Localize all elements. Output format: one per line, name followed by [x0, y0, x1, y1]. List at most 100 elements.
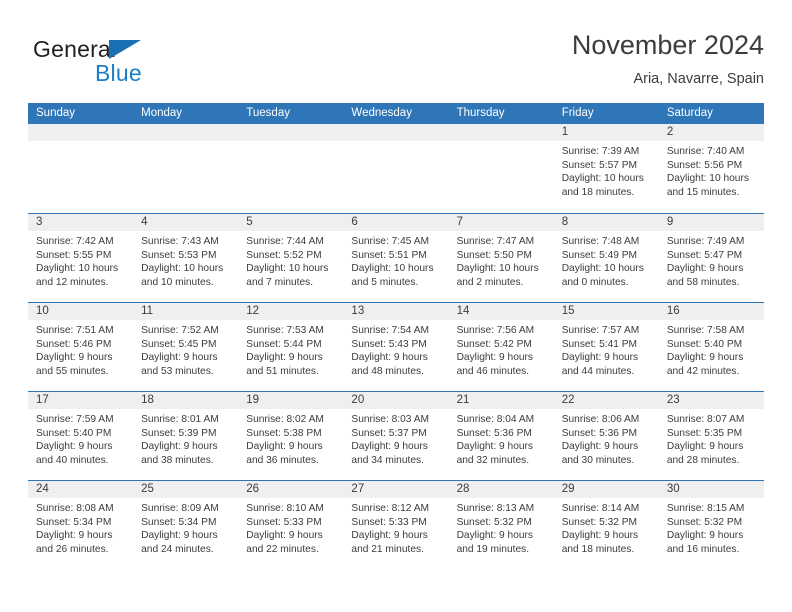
daylight-text-line1: Daylight: 10 hours — [36, 263, 119, 275]
day-number: 13 — [343, 303, 449, 320]
daylight-text-line2: and 10 minutes. — [141, 276, 214, 288]
day-number: 1 — [553, 124, 659, 141]
day-number: 28 — [448, 481, 554, 498]
calendar-day-cell[interactable]: 9 Sunrise: 7:49 AM Sunset: 5:47 PM Daylight… — [658, 214, 764, 302]
day-sun-info: Sunrise: 8:12 AM Sunset: 5:33 PM Daylight:… — [343, 498, 448, 556]
sunrise-text: Sunrise: 8:10 AM — [246, 503, 324, 514]
calendar-day-cell[interactable]: 6 Sunrise: 7:45 AM Sunset: 5:51 PM Daylight… — [343, 214, 449, 302]
day-number: 25 — [133, 481, 239, 498]
day-sun-info: Sunrise: 8:03 AM Sunset: 5:37 PM Daylight:… — [343, 409, 448, 467]
daylight-text-line1: Daylight: 9 hours — [666, 441, 744, 453]
calendar-day-cell-empty — [448, 124, 554, 213]
daylight-text-line1: Daylight: 10 hours — [141, 263, 224, 275]
calendar-day-cell[interactable]: 2 Sunrise: 7:40 AM Sunset: 5:56 PM Daylight… — [658, 124, 764, 213]
day-sun-info: Sunrise: 8:10 AM Sunset: 5:33 PM Daylight:… — [238, 498, 343, 556]
calendar-day-cell[interactable]: 21 Sunrise: 8:04 AM Sunset: 5:36 PM Dayligh… — [448, 392, 554, 480]
calendar-day-cell[interactable]: 22 Sunrise: 8:06 AM Sunset: 5:36 PM Dayligh… — [553, 392, 659, 480]
daylight-text-line2: and 22 minutes. — [246, 543, 319, 555]
weekday-header-row: Sunday Monday Tuesday Wednesday Thursday… — [28, 103, 764, 124]
daylight-text-line2: and 12 minutes. — [36, 276, 109, 288]
sunset-text: Sunset: 5:37 PM — [351, 427, 427, 439]
day-number: 26 — [238, 481, 344, 498]
daylight-text-line1: Daylight: 9 hours — [666, 530, 744, 542]
calendar-day-cell[interactable]: 17 Sunrise: 7:59 AM Sunset: 5:40 PM Dayligh… — [28, 392, 134, 480]
calendar-day-cell[interactable]: 25 Sunrise: 8:09 AM Sunset: 5:34 PM Dayligh… — [133, 481, 239, 569]
calendar-day-cell[interactable]: 1 Sunrise: 7:39 AM Sunset: 5:57 PM Daylight… — [553, 124, 659, 213]
sunset-text: Sunset: 5:35 PM — [666, 427, 743, 439]
calendar-day-cell[interactable]: 20 Sunrise: 8:03 AM Sunset: 5:37 PM Dayligh… — [343, 392, 449, 480]
calendar-day-cell[interactable]: 28 Sunrise: 8:13 AM Sunset: 5:32 PM Dayligh… — [448, 481, 554, 569]
daylight-text-line1: Daylight: 10 hours — [351, 263, 434, 275]
calendar-day-cell[interactable]: 8 Sunrise: 7:48 AM Sunset: 5:49 PM Daylight… — [553, 214, 659, 302]
daylight-text-line2: and 0 minutes. — [561, 276, 629, 288]
calendar-day-cell[interactable]: 12 Sunrise: 7:53 AM Sunset: 5:44 PM Dayligh… — [238, 303, 344, 391]
day-sun-info: Sunrise: 7:59 AM Sunset: 5:40 PM Daylight:… — [28, 409, 133, 467]
calendar-day-cell[interactable]: 16 Sunrise: 7:58 AM Sunset: 5:40 PM Dayligh… — [658, 303, 764, 391]
calendar-day-cell-empty — [238, 124, 344, 213]
calendar-day-cell[interactable]: 4 Sunrise: 7:43 AM Sunset: 5:53 PM Daylight… — [133, 214, 239, 302]
day-number: 12 — [238, 303, 344, 320]
sunrise-text: Sunrise: 8:01 AM — [141, 414, 219, 425]
sunset-text: Sunset: 5:32 PM — [456, 516, 532, 528]
calendar-day-cell[interactable]: 23 Sunrise: 8:07 AM Sunset: 5:35 PM Dayligh… — [658, 392, 764, 480]
calendar-day-cell[interactable]: 30 Sunrise: 8:15 AM Sunset: 5:32 PM Dayligh… — [658, 481, 764, 569]
daylight-text-line1: Daylight: 9 hours — [246, 352, 323, 364]
sunset-text: Sunset: 5:36 PM — [456, 427, 532, 439]
daylight-text-line1: Daylight: 9 hours — [666, 263, 744, 275]
day-number: 8 — [553, 214, 659, 231]
day-sun-info: Sunrise: 8:06 AM Sunset: 5:36 PM Daylight:… — [554, 409, 659, 467]
calendar-day-cell-empty — [133, 124, 239, 213]
daylight-text-line1: Daylight: 9 hours — [351, 352, 428, 364]
sunset-text: Sunset: 5:41 PM — [561, 338, 638, 350]
daylight-text-line2: and 30 minutes. — [561, 454, 635, 466]
calendar-day-cell[interactable]: 11 Sunrise: 7:52 AM Sunset: 5:45 PM Dayligh… — [133, 303, 239, 391]
logo-general-text: General — [33, 36, 117, 62]
daylight-text-line1: Daylight: 9 hours — [456, 352, 534, 364]
calendar-day-cell[interactable]: 14 Sunrise: 7:56 AM Sunset: 5:42 PM Dayligh… — [448, 303, 554, 391]
sunset-text: Sunset: 5:55 PM — [36, 249, 112, 261]
daylight-text-line2: and 19 minutes. — [456, 543, 530, 555]
sunrise-text: Sunrise: 8:07 AM — [666, 414, 745, 425]
daylight-text-line1: Daylight: 10 hours — [246, 263, 329, 275]
day-number: 27 — [343, 481, 449, 498]
day-number: 21 — [448, 392, 554, 409]
day-sun-info: Sunrise: 7:48 AM Sunset: 5:49 PM Daylight:… — [554, 231, 659, 289]
calendar-day-cell[interactable]: 24 Sunrise: 8:08 AM Sunset: 5:34 PM Dayligh… — [28, 481, 134, 569]
calendar-day-cell[interactable]: 27 Sunrise: 8:12 AM Sunset: 5:33 PM Dayligh… — [343, 481, 449, 569]
daylight-text-line2: and 32 minutes. — [456, 454, 530, 466]
daylight-text-line2: and 2 minutes. — [456, 276, 524, 288]
daylight-text-line1: Daylight: 10 hours — [561, 173, 644, 185]
sunrise-text: Sunrise: 7:40 AM — [666, 146, 745, 157]
day-sun-info: Sunrise: 8:01 AM Sunset: 5:39 PM Daylight:… — [133, 409, 238, 467]
weekday-header-wednesday: Wednesday — [351, 107, 412, 119]
sunset-text: Sunset: 5:34 PM — [36, 516, 112, 528]
weekday-header-friday: Friday — [561, 107, 594, 119]
sunrise-text: Sunrise: 7:51 AM — [36, 325, 114, 336]
daylight-text-line2: and 53 minutes. — [141, 365, 214, 377]
daylight-text-line1: Daylight: 10 hours — [666, 173, 749, 185]
calendar-day-cell[interactable]: 26 Sunrise: 8:10 AM Sunset: 5:33 PM Dayligh… — [238, 481, 344, 569]
calendar-day-cell[interactable]: 7 Sunrise: 7:47 AM Sunset: 5:50 PM Daylight… — [448, 214, 554, 302]
day-number: 24 — [28, 481, 134, 498]
calendar-day-cell[interactable]: 13 Sunrise: 7:54 AM Sunset: 5:43 PM Dayligh… — [343, 303, 449, 391]
calendar-day-cell[interactable]: 18 Sunrise: 8:01 AM Sunset: 5:39 PM Dayligh… — [133, 392, 239, 480]
calendar-day-cell[interactable]: 15 Sunrise: 7:57 AM Sunset: 5:41 PM Dayligh… — [553, 303, 659, 391]
calendar-day-cell[interactable]: 29 Sunrise: 8:14 AM Sunset: 5:32 PM Dayligh… — [553, 481, 659, 569]
calendar-day-cell[interactable]: 5 Sunrise: 7:44 AM Sunset: 5:52 PM Daylight… — [238, 214, 344, 302]
sunset-text: Sunset: 5:43 PM — [351, 338, 427, 350]
day-sun-info: Sunrise: 8:04 AM Sunset: 5:36 PM Daylight:… — [449, 409, 554, 467]
daylight-text-line1: Daylight: 9 hours — [351, 530, 428, 542]
day-sun-info: Sunrise: 7:43 AM Sunset: 5:53 PM Daylight:… — [133, 231, 238, 289]
calendar-day-cell[interactable]: 10 Sunrise: 7:51 AM Sunset: 5:46 PM Dayligh… — [28, 303, 134, 391]
daylight-text-line2: and 36 minutes. — [246, 454, 319, 466]
day-sun-info: Sunrise: 7:44 AM Sunset: 5:52 PM Daylight:… — [238, 231, 343, 289]
calendar-day-cell[interactable]: 3 Sunrise: 7:42 AM Sunset: 5:55 PM Daylight… — [28, 214, 134, 302]
general-blue-logo[interactable]: General Blue — [33, 36, 253, 94]
weekday-header-thursday: Thursday — [456, 107, 505, 119]
sunset-text: Sunset: 5:42 PM — [456, 338, 532, 350]
sunrise-text: Sunrise: 8:06 AM — [561, 414, 640, 425]
sunrise-text: Sunrise: 8:15 AM — [666, 503, 745, 514]
sunrise-text: Sunrise: 7:45 AM — [351, 236, 430, 247]
title-block: November 2024 Aria, Navarre, Spain — [572, 28, 764, 90]
calendar-day-cell[interactable]: 19 Sunrise: 8:02 AM Sunset: 5:38 PM Dayligh… — [238, 392, 344, 480]
